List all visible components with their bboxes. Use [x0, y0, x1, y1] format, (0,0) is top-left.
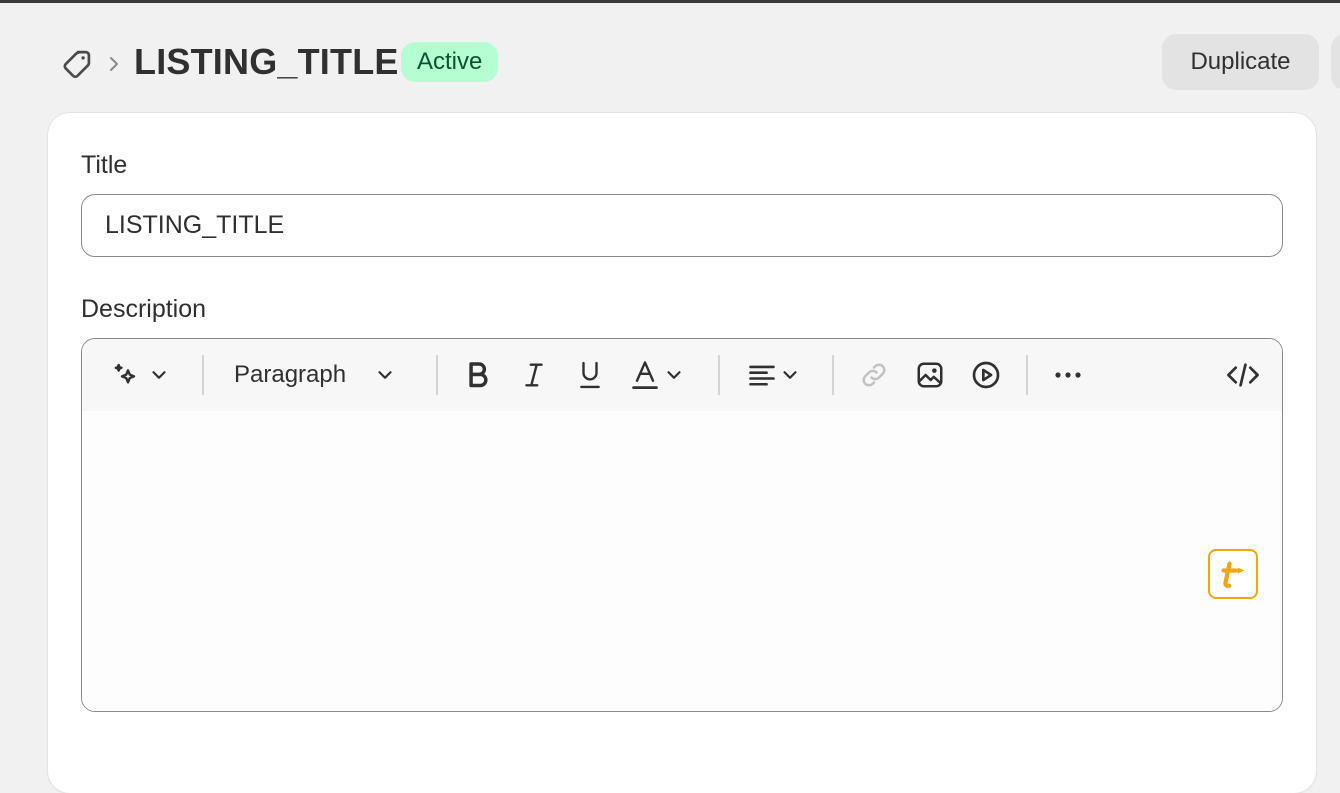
status-badge: Active [401, 42, 499, 82]
chevron-down-icon [148, 364, 170, 386]
insert-video-button[interactable] [966, 353, 1006, 397]
underline-icon [577, 359, 603, 391]
code-icon [1226, 360, 1260, 390]
more-actions-button[interactable] [1331, 34, 1340, 90]
chevron-right-icon [104, 50, 124, 78]
paragraph-style-select[interactable]: Paragraph [234, 353, 410, 397]
title-label: Title [81, 151, 128, 179]
toolbar-divider [832, 355, 834, 395]
chevron-down-icon [374, 364, 396, 386]
editor-toolbar: Paragraph [82, 339, 1282, 411]
video-icon [970, 359, 1002, 391]
italic-button[interactable] [514, 353, 554, 397]
tag-icon[interactable] [60, 47, 94, 81]
image-icon [915, 360, 945, 390]
magic-button[interactable] [104, 353, 176, 397]
text-color-icon [631, 359, 659, 391]
chevron-down-icon [663, 364, 685, 386]
paragraph-style-label: Paragraph [234, 361, 347, 388]
bold-button[interactable] [458, 353, 498, 397]
insert-image-button[interactable] [910, 353, 950, 397]
editor-content-area[interactable] [82, 411, 1282, 711]
toolbar-divider [718, 355, 720, 395]
title-input[interactable] [81, 194, 1283, 257]
underline-button[interactable] [570, 353, 610, 397]
link-button[interactable] [854, 353, 894, 397]
toolbar-divider [202, 355, 204, 395]
align-left-icon [747, 361, 777, 389]
toolbar-divider [436, 355, 438, 395]
more-formatting-button[interactable] [1048, 353, 1088, 397]
extension-t-icon[interactable] [1208, 549, 1258, 599]
description-label: Description [81, 295, 207, 323]
duplicate-button[interactable]: Duplicate [1162, 34, 1319, 90]
magic-sparkle-icon [110, 359, 142, 391]
text-color-button[interactable] [626, 353, 690, 397]
page-title: LISTING_TITLE [134, 41, 399, 82]
description-editor: Paragraph [81, 338, 1283, 712]
link-icon [859, 360, 889, 390]
italic-icon [521, 360, 547, 390]
chevron-down-icon [779, 364, 801, 386]
more-icon [1052, 369, 1084, 381]
alignment-button[interactable] [742, 353, 806, 397]
product-card: Title Description Paragraph [48, 113, 1316, 793]
bold-icon [464, 360, 492, 390]
code-view-button[interactable] [1222, 353, 1264, 397]
toolbar-divider [1026, 355, 1028, 395]
page-header: LISTING_TITLE Active Duplicate [0, 3, 1340, 113]
